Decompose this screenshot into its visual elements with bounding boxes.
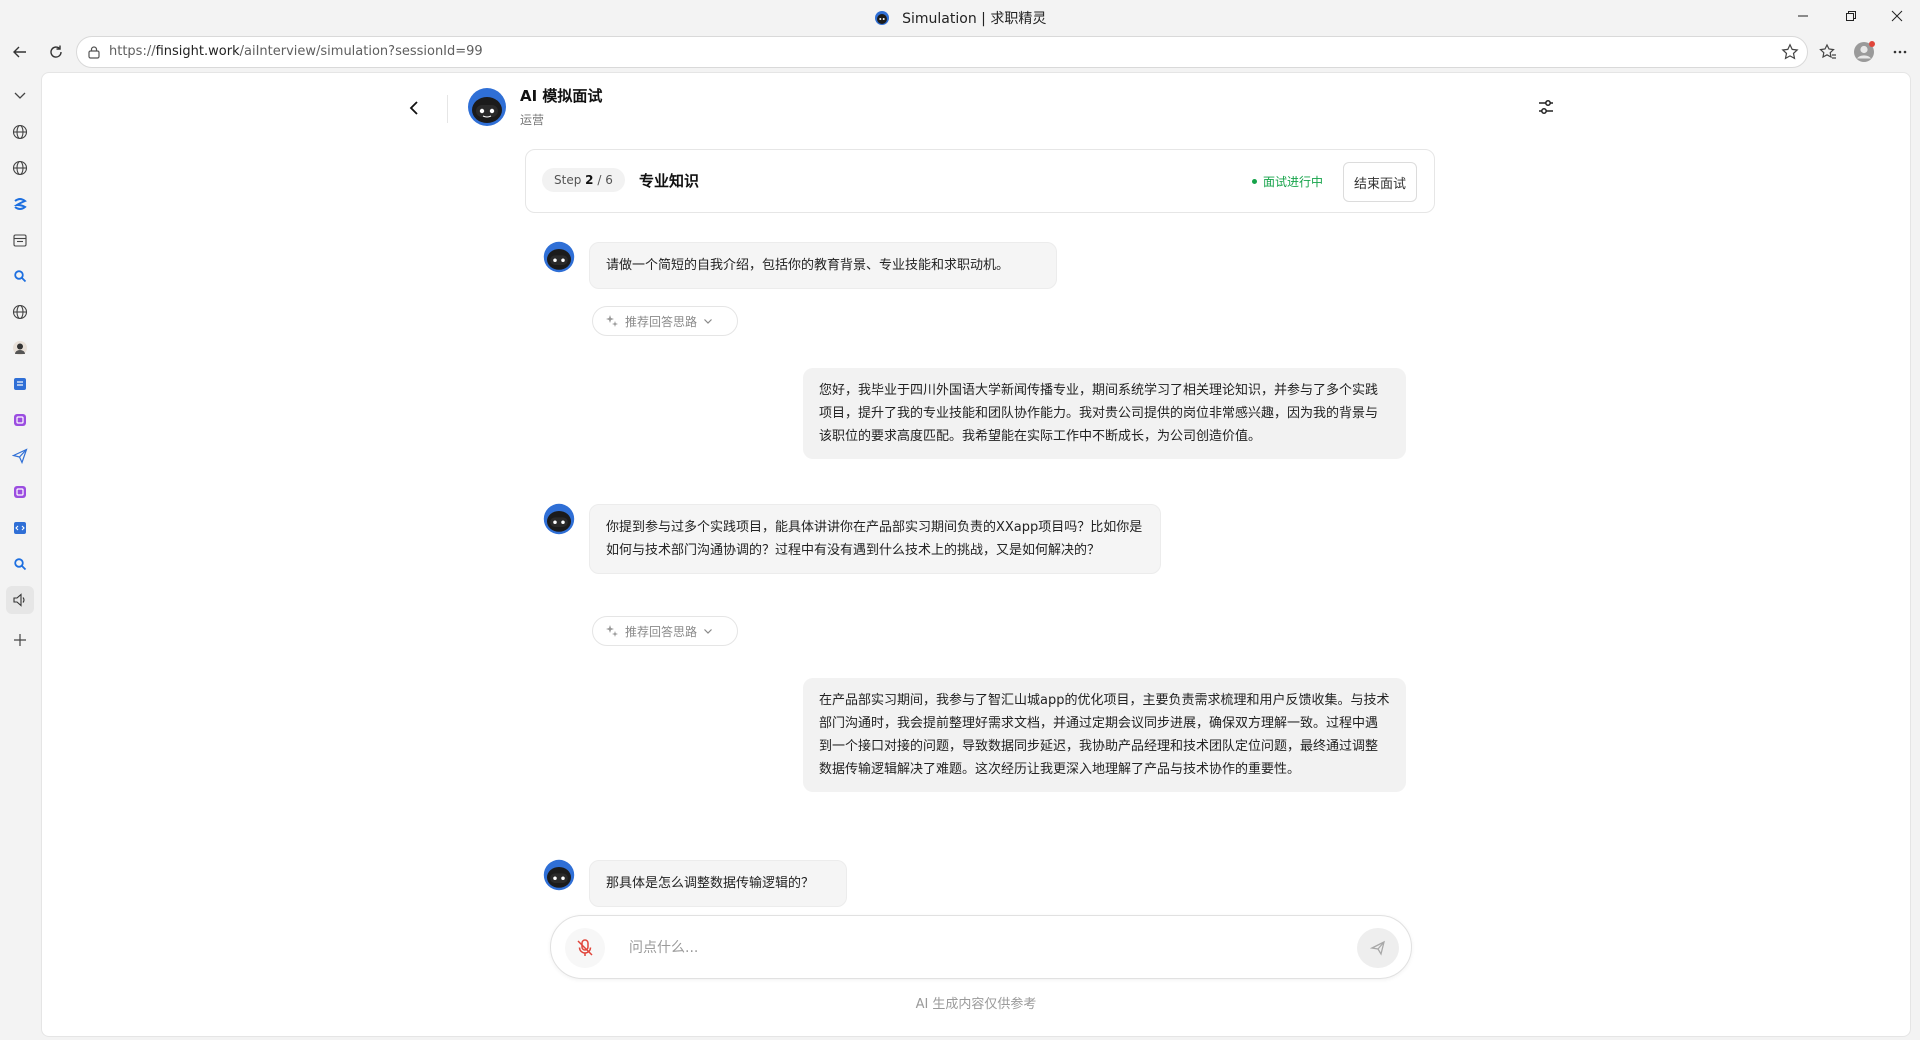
code-icon xyxy=(14,522,26,534)
url-text: https://finsight.work/aiInterview/simula… xyxy=(109,44,483,59)
profile-avatar-icon xyxy=(1854,41,1875,62)
robot-avatar-icon xyxy=(543,503,575,535)
profile-button[interactable] xyxy=(1848,36,1880,68)
settings-button[interactable] xyxy=(1532,93,1560,121)
window-title-bar: Simulation | 求职精灵 xyxy=(0,0,1920,32)
app-logo-icon xyxy=(874,11,889,25)
sidebar-item-search-1[interactable] xyxy=(6,262,34,290)
purple-app-icon xyxy=(14,486,26,498)
minimize-button[interactable] xyxy=(1780,0,1826,32)
sidebar-item-profile[interactable] xyxy=(6,334,34,362)
swirl-app-icon xyxy=(13,198,27,210)
globe-icon xyxy=(12,304,28,320)
search-icon xyxy=(14,558,27,571)
calendar-icon xyxy=(13,234,27,247)
sidebar-item-web-3[interactable] xyxy=(6,298,34,326)
reload-icon xyxy=(50,45,62,58)
sidebar-item-app-purple-1[interactable] xyxy=(6,406,34,434)
reload-button[interactable] xyxy=(40,36,72,68)
answer-hint-button[interactable]: 推荐回答思路 xyxy=(592,306,738,336)
favorite-star-icon[interactable] xyxy=(1781,43,1799,61)
page-subtitle: 运营 xyxy=(520,113,545,127)
arrow-left-icon xyxy=(13,46,26,58)
chevron-down-icon xyxy=(704,629,712,634)
step-counter-badge: Step 2 / 6 xyxy=(542,168,625,192)
ai-avatar xyxy=(543,241,575,273)
ai-message: 你提到参与过多个实践项目，能具体讲讲你在产品部实习期间负责的XXapp项目吗？比… xyxy=(589,504,1161,574)
robot-avatar-icon xyxy=(468,88,506,126)
sidebar-item-docs[interactable] xyxy=(6,370,34,398)
robot-avatar-icon xyxy=(543,241,575,273)
restore-icon xyxy=(1846,11,1856,21)
ai-interviewer-avatar xyxy=(467,87,507,127)
chevron-left-icon xyxy=(409,101,418,115)
minimize-icon xyxy=(1798,15,1808,17)
favorites-button[interactable] xyxy=(1812,36,1844,68)
ai-avatar xyxy=(543,859,575,891)
back-button[interactable] xyxy=(399,93,429,123)
interview-status-badge: 面试进行中 xyxy=(1252,173,1323,190)
person-avatar-icon xyxy=(13,341,27,355)
step-name: 专业知识 xyxy=(639,172,700,190)
sparkle-icon xyxy=(606,315,618,327)
header-divider xyxy=(447,95,448,123)
paper-plane-icon xyxy=(12,448,28,464)
sidebar-item-send[interactable] xyxy=(6,442,34,470)
message-composer xyxy=(550,915,1412,979)
message-input[interactable] xyxy=(629,934,1329,962)
end-interview-button[interactable]: 结束面试 xyxy=(1343,162,1417,202)
site-info-icon[interactable] xyxy=(87,45,101,59)
chevron-down-icon xyxy=(14,92,26,99)
document-icon xyxy=(14,378,26,390)
sidebar-item-app-purple-2[interactable] xyxy=(6,478,34,506)
sparkle-icon xyxy=(606,625,618,637)
mic-off-icon xyxy=(577,939,593,956)
user-message: 在产品部实习期间，我参与了智汇山城app的优化项目，主要负责需求梳理和用户反馈收… xyxy=(803,678,1406,792)
ai-avatar xyxy=(543,503,575,535)
close-icon xyxy=(1891,10,1903,22)
browser-sidebar xyxy=(0,72,40,1040)
close-window-button[interactable] xyxy=(1874,0,1920,32)
ai-message: 那具体是怎么调整数据传输逻辑的？ xyxy=(589,860,847,907)
user-message: 您好，我毕业于四川外国语大学新闻传播专业，期间系统学习了相关理论知识，并参与了多… xyxy=(803,368,1406,459)
speaker-icon xyxy=(13,593,25,607)
ai-message: 请做一个简短的自我介绍，包括你的教育背景、专业技能和求职动机。 xyxy=(589,242,1057,289)
send-button[interactable] xyxy=(1357,928,1399,968)
purple-app-icon xyxy=(14,414,26,426)
globe-icon xyxy=(12,124,28,140)
more-menu-button[interactable] xyxy=(1884,36,1916,68)
sidebar-item-code[interactable] xyxy=(6,514,34,542)
chevron-down-icon xyxy=(704,319,712,324)
sidebar-add-button[interactable] xyxy=(6,626,34,654)
favorites-icon xyxy=(1819,43,1836,59)
sidebar-item-web-2[interactable] xyxy=(6,154,34,182)
ai-disclaimer: AI 生成内容仅供参考 xyxy=(915,997,1037,1012)
address-bar[interactable]: https://finsight.work/aiInterview/simula… xyxy=(76,36,1808,68)
sidebar-item-read-aloud[interactable] xyxy=(6,586,34,614)
page-title: AI 模拟面试 xyxy=(520,87,603,105)
page-viewport: AI 模拟面试 运营 Step 2 / 6 专业知识 面试进行中 结束面试 请做… xyxy=(41,72,1911,1037)
sliders-icon xyxy=(1539,100,1553,114)
mic-toggle-button[interactable] xyxy=(565,928,605,968)
browser-toolbar: https://finsight.work/aiInterview/simula… xyxy=(0,32,1920,72)
search-icon xyxy=(14,270,27,283)
step-progress-card: Step 2 / 6 专业知识 面试进行中 结束面试 xyxy=(525,149,1435,213)
sidebar-collapse-button[interactable] xyxy=(6,81,34,109)
restore-button[interactable] xyxy=(1828,0,1874,32)
sidebar-item-app-blue[interactable] xyxy=(6,190,34,218)
sidebar-item-web-1[interactable] xyxy=(6,118,34,146)
more-horizontal-icon xyxy=(1893,50,1907,54)
sidebar-item-calendar[interactable] xyxy=(6,226,34,254)
window-title: Simulation | 求职精灵 xyxy=(0,8,1920,28)
back-nav-button[interactable] xyxy=(4,36,36,68)
globe-icon xyxy=(12,160,28,176)
robot-avatar-icon xyxy=(543,859,575,891)
answer-hint-button[interactable]: 推荐回答思路 xyxy=(592,616,738,646)
plus-icon xyxy=(14,634,26,646)
sidebar-item-search-2[interactable] xyxy=(6,550,34,578)
send-icon xyxy=(1370,940,1385,956)
